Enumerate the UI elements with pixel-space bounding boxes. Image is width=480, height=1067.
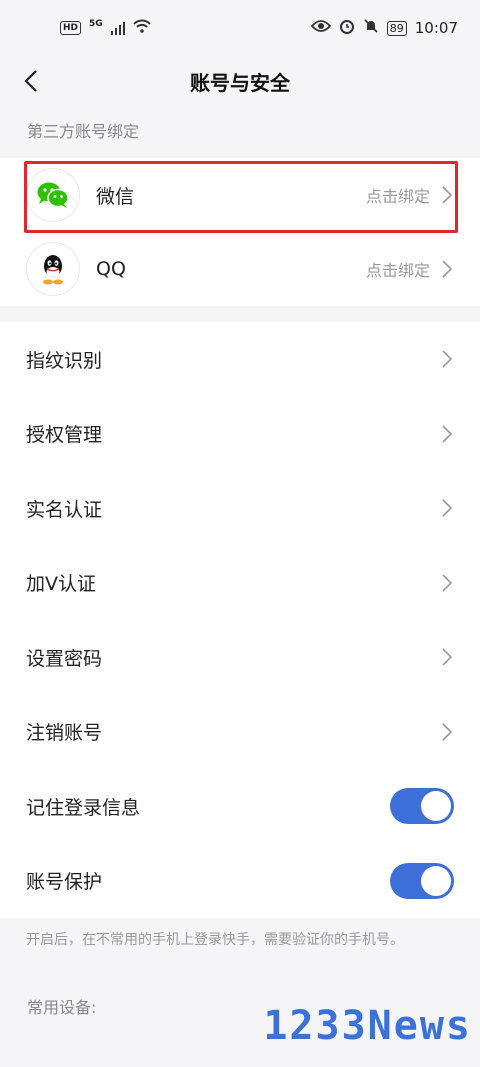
wechat-icon (26, 168, 80, 222)
mute-bell-icon (363, 18, 379, 38)
status-left: HD 5G (60, 19, 151, 37)
signal-icon (110, 21, 126, 35)
wifi-icon (133, 19, 151, 37)
real-name-row[interactable]: 实名认证 (0, 471, 480, 546)
account-protection-toggle[interactable] (390, 862, 454, 899)
hd-badge: HD (60, 21, 82, 35)
nav-header: 账号与安全 (0, 56, 480, 106)
chevron-right-icon (440, 573, 454, 593)
qq-bind-hint: 点击绑定 (365, 261, 430, 280)
qq-label: QQ (96, 258, 126, 280)
chevron-right-icon (440, 259, 454, 279)
chevron-left-icon (24, 70, 37, 92)
alarm-icon (339, 18, 355, 38)
wechat-bind-row[interactable]: 微信 点击绑定 (0, 158, 480, 232)
qq-icon (26, 242, 80, 296)
section-divider (0, 306, 480, 322)
remember-login-row: 记住登录信息 (0, 769, 480, 844)
chevron-right-icon (440, 185, 454, 205)
clock: 10:07 (414, 19, 458, 37)
watermark-logo: 1233News (263, 1003, 472, 1049)
eye-icon (310, 19, 331, 37)
delete-account-label: 注销账号 (26, 722, 103, 745)
qq-bind-row[interactable]: QQ 点击绑定 (0, 232, 480, 306)
battery-icon: 89 (386, 20, 407, 36)
third-party-group: 微信 点击绑定 QQ 点击绑定 (0, 158, 480, 306)
status-bar: HD 5G 89 10:07 (0, 0, 480, 56)
remember-login-toggle[interactable] (390, 788, 454, 825)
third-party-section-label: 第三方账号绑定 (0, 106, 480, 158)
toggle-knob (421, 791, 451, 822)
verified-v-row[interactable]: 加V认证 (0, 546, 480, 621)
wechat-bind-hint: 点击绑定 (365, 187, 430, 206)
set-password-label: 设置密码 (26, 647, 103, 670)
real-name-label: 实名认证 (26, 498, 103, 521)
fingerprint-label: 指纹识别 (26, 349, 103, 372)
wechat-label: 微信 (96, 185, 135, 208)
signal-type: 5G (89, 19, 103, 29)
fingerprint-row[interactable]: 指纹识别 (0, 322, 480, 397)
chevron-right-icon (440, 647, 454, 667)
authorization-row[interactable]: 授权管理 (0, 397, 480, 472)
back-button[interactable] (18, 68, 44, 94)
account-protection-label: 账号保护 (26, 871, 103, 894)
chevron-right-icon (440, 722, 454, 742)
verified-v-label: 加V认证 (26, 573, 96, 596)
protection-note: 开启后，在不常用的手机上登录快手，需要验证你的手机号。 (0, 918, 480, 978)
account-protection-row: 账号保护 (0, 844, 480, 919)
toggle-knob (421, 865, 451, 896)
delete-account-row[interactable]: 注销账号 (0, 695, 480, 770)
chevron-right-icon (440, 498, 454, 518)
authorization-label: 授权管理 (26, 424, 103, 447)
chevron-right-icon (440, 349, 454, 369)
status-right: 89 10:07 (310, 18, 458, 38)
settings-group: 指纹识别 授权管理 实名认证 加V认证 设置密码 注销账号 记住登录信息 账号保… (0, 322, 480, 918)
chevron-right-icon (440, 424, 454, 444)
remember-login-label: 记住登录信息 (26, 796, 141, 819)
set-password-row[interactable]: 设置密码 (0, 620, 480, 695)
page-title: 账号与安全 (190, 70, 290, 95)
